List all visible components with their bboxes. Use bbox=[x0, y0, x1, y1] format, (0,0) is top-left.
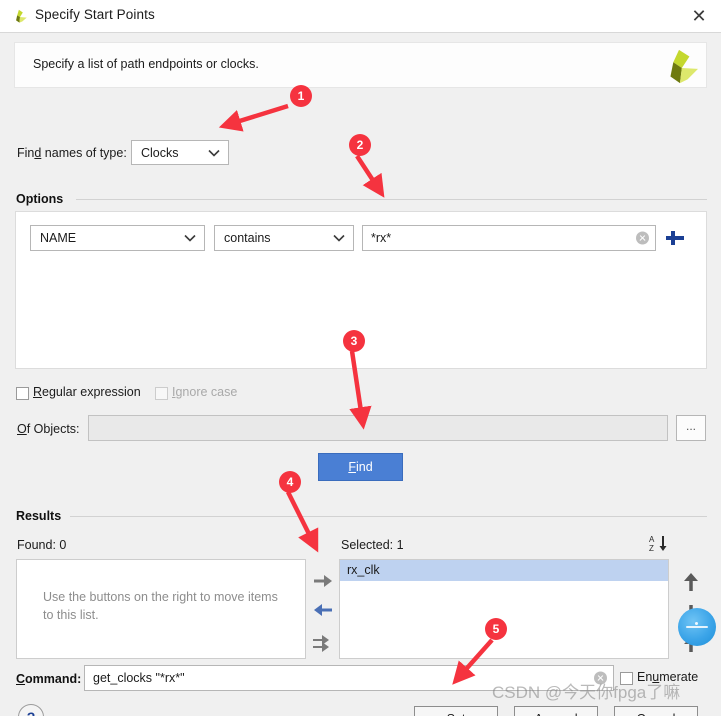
of-objects-label: Of Objects: bbox=[17, 422, 80, 436]
options-group-label: Options bbox=[16, 192, 64, 206]
list-item[interactable]: rx_clk bbox=[340, 560, 668, 581]
found-list[interactable]: Use the buttons on the right to move ite… bbox=[16, 559, 306, 659]
selected-list[interactable]: rx_clk bbox=[339, 559, 669, 659]
selected-count-label: Selected: 1 bbox=[341, 538, 404, 552]
vivado-logo-icon bbox=[16, 9, 27, 23]
clear-pattern-icon[interactable] bbox=[636, 231, 649, 245]
help-button[interactable]: ? bbox=[18, 704, 44, 716]
annotation-badge-1: 1 bbox=[290, 85, 312, 107]
found-list-hint: Use the buttons on the right to move ite… bbox=[43, 590, 278, 622]
filter-pattern-value: *rx* bbox=[371, 231, 392, 245]
filter-field-value: NAME bbox=[40, 231, 77, 245]
svg-text:A: A bbox=[649, 535, 655, 544]
command-value: get_clocks "*rx*" bbox=[93, 671, 185, 685]
options-group-divider bbox=[76, 199, 707, 200]
chevron-down-icon bbox=[333, 234, 345, 242]
filter-pattern-input[interactable]: *rx* bbox=[362, 225, 656, 251]
annotation-badge-5: 5 bbox=[485, 618, 507, 640]
find-button[interactable]: Find bbox=[318, 453, 403, 481]
close-icon[interactable]: ✕ bbox=[685, 6, 713, 28]
move-all-right-icon[interactable] bbox=[312, 633, 334, 653]
annotation-badge-2: 2 bbox=[349, 134, 371, 156]
svg-text:Z: Z bbox=[649, 544, 654, 553]
filter-operator-value: contains bbox=[224, 231, 271, 245]
move-right-icon[interactable] bbox=[312, 571, 334, 591]
set-button[interactable]: Set bbox=[414, 706, 498, 716]
found-count-label: Found: 0 bbox=[17, 538, 67, 552]
watermark-text: CSDN @今天你fpga了嘛 bbox=[492, 683, 681, 702]
find-names-of-type-label: Find names of type: bbox=[17, 146, 127, 160]
add-filter-button[interactable] bbox=[664, 227, 686, 249]
xilinx-logo-icon bbox=[670, 49, 698, 84]
results-group-divider bbox=[70, 516, 707, 517]
filter-operator-select[interactable]: contains bbox=[214, 225, 354, 251]
move-up-icon[interactable] bbox=[680, 571, 702, 593]
chevron-down-icon bbox=[184, 234, 196, 242]
title-bar: Specify Start Points ✕ bbox=[0, 0, 721, 33]
results-group-label: Results bbox=[16, 509, 62, 523]
banner-text: Specify a list of path endpoints or cloc… bbox=[33, 57, 259, 71]
of-objects-browse-button[interactable]: ... bbox=[676, 415, 706, 441]
command-label: Command: bbox=[16, 672, 82, 686]
regular-expression-checkbox[interactable] bbox=[16, 387, 29, 400]
ignore-case-checkbox bbox=[155, 387, 168, 400]
chevron-down-icon bbox=[208, 149, 220, 157]
of-objects-input[interactable] bbox=[88, 415, 668, 441]
sort-az-icon[interactable]: A Z bbox=[648, 533, 670, 553]
specify-start-points-dialog: Specify Start Points ✕ Specify a list of… bbox=[0, 0, 721, 716]
ignore-case-label: Ignore case bbox=[172, 385, 238, 399]
find-type-select[interactable]: Clocks bbox=[131, 140, 229, 165]
cursor-overlay-icon bbox=[678, 608, 716, 646]
cancel-button[interactable]: Cancel bbox=[614, 706, 698, 716]
find-type-value: Clocks bbox=[141, 145, 179, 160]
annotation-badge-3: 3 bbox=[343, 330, 365, 352]
append-button[interactable]: Append bbox=[514, 706, 598, 716]
window-title: Specify Start Points bbox=[35, 7, 155, 22]
banner: Specify a list of path endpoints or cloc… bbox=[14, 42, 707, 88]
annotation-badge-4: 4 bbox=[279, 471, 301, 493]
filter-field-select[interactable]: NAME bbox=[30, 225, 205, 251]
move-left-icon[interactable] bbox=[312, 600, 334, 620]
regular-expression-label: Regular expression bbox=[33, 385, 141, 399]
